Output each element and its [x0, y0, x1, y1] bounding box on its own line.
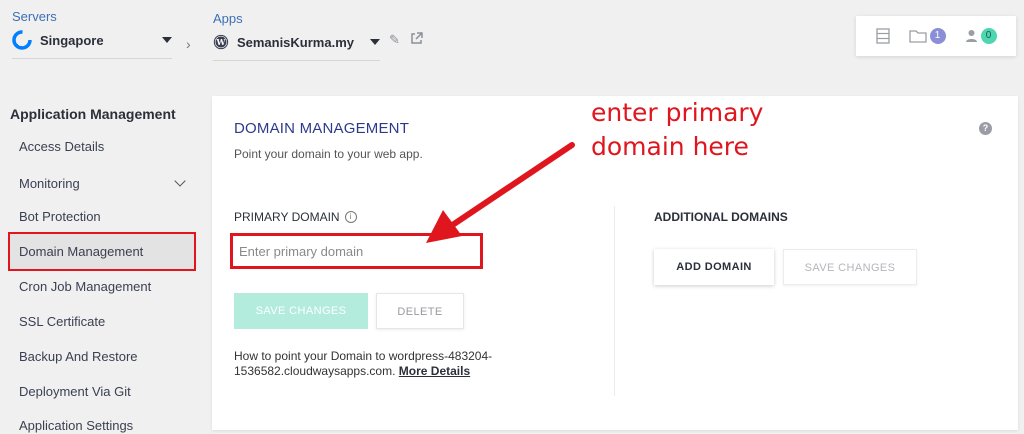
- sidebar: Application Management: [0, 100, 200, 122]
- add-domain-button[interactable]: ADD DOMAIN: [654, 249, 774, 285]
- additional-domains-label: ADDITIONAL DOMAINS: [654, 210, 788, 224]
- top-toolbar: 1 0: [856, 16, 1016, 56]
- help-icon[interactable]: ?: [979, 122, 992, 135]
- svg-text:W: W: [216, 38, 227, 47]
- sidebar-item-monitoring[interactable]: Monitoring: [8, 165, 196, 201]
- page-title: DOMAIN MANAGEMENT: [234, 120, 410, 137]
- page-subtitle: Point your domain to your web app.: [234, 147, 423, 161]
- server-name: Singapore: [40, 32, 104, 48]
- servers-label: Servers: [12, 9, 57, 24]
- sidebar-item-label: Access Details: [19, 138, 105, 154]
- sidebar-item-bot-protection[interactable]: Bot Protection: [8, 198, 196, 234]
- projects-button[interactable]: 1: [908, 28, 946, 44]
- sidebar-item-deployment-via-git[interactable]: Deployment Via Git: [8, 373, 196, 409]
- sidebar-item-access-details[interactable]: Access Details: [8, 128, 196, 164]
- save-changes-button[interactable]: SAVE CHANGES: [234, 293, 368, 329]
- digitalocean-icon: [12, 30, 32, 50]
- wordpress-icon: W: [213, 34, 229, 50]
- sidebar-item-ssl-certificate[interactable]: SSL Certificate: [8, 303, 196, 339]
- apps-label: Apps: [213, 11, 243, 26]
- server-breadcrumb: Servers Singapore: [12, 9, 172, 59]
- user-icon: [965, 30, 977, 42]
- info-icon[interactable]: i: [344, 211, 357, 223]
- annotation-text: enter primary domain here: [591, 98, 764, 161]
- sidebar-item-cron-job-management[interactable]: Cron Job Management: [8, 268, 196, 304]
- team-count-badge: 0: [980, 28, 997, 44]
- sidebar-item-domain-management[interactable]: Domain Management: [8, 232, 196, 271]
- folder-icon: [908, 30, 927, 43]
- sidebar-item-label: Domain Management: [19, 244, 144, 259]
- sidebar-item-label: Application Settings: [19, 417, 134, 433]
- team-button[interactable]: 0: [965, 28, 997, 44]
- sidebar-item-label: Monitoring: [19, 175, 80, 191]
- sidebar-item-label: Deployment Via Git: [19, 383, 131, 399]
- primary-domain-input[interactable]: [230, 233, 483, 269]
- server-selector[interactable]: Singapore: [12, 30, 172, 59]
- app-name: SemanisKurma.my: [236, 34, 354, 50]
- sidebar-item-label: Backup And Restore: [19, 348, 138, 364]
- primary-domain-label: PRIMARY DOMAIN i: [234, 210, 357, 224]
- sidebar-item-label: Cron Job Management: [19, 278, 152, 294]
- caret-down-icon: [370, 39, 380, 45]
- app-breadcrumb: Apps W SemanisKurma.my: [213, 11, 380, 61]
- column-divider: [614, 206, 615, 396]
- external-link-icon[interactable]: [410, 32, 423, 48]
- edit-pencil-icon[interactable]: ✎: [389, 32, 400, 48]
- app-selector[interactable]: W SemanisKurma.my: [213, 32, 380, 61]
- projects-count-badge: 1: [929, 28, 946, 44]
- sidebar-item-application-settings[interactable]: Application Settings: [8, 407, 196, 434]
- servers-list-button[interactable]: [875, 28, 890, 44]
- primary-domain-label-text: PRIMARY DOMAIN: [234, 210, 340, 224]
- sidebar-item-backup-restore[interactable]: Backup And Restore: [8, 338, 196, 374]
- chevron-right-icon: ›: [186, 36, 191, 52]
- howto-text: How to point your Domain to wordpress-48…: [234, 349, 564, 379]
- chevron-down-icon: [174, 175, 186, 187]
- sidebar-title: Application Management: [10, 106, 176, 122]
- sidebar-item-label: SSL Certificate: [19, 313, 106, 329]
- more-details-link[interactable]: More Details: [399, 364, 470, 378]
- save-changes-additional-button[interactable]: SAVE CHANGES: [783, 249, 917, 285]
- caret-down-icon: [162, 37, 172, 43]
- delete-button[interactable]: DELETE: [376, 293, 464, 329]
- sidebar-item-label: Bot Protection: [19, 208, 101, 224]
- server-stack-icon: [875, 28, 890, 44]
